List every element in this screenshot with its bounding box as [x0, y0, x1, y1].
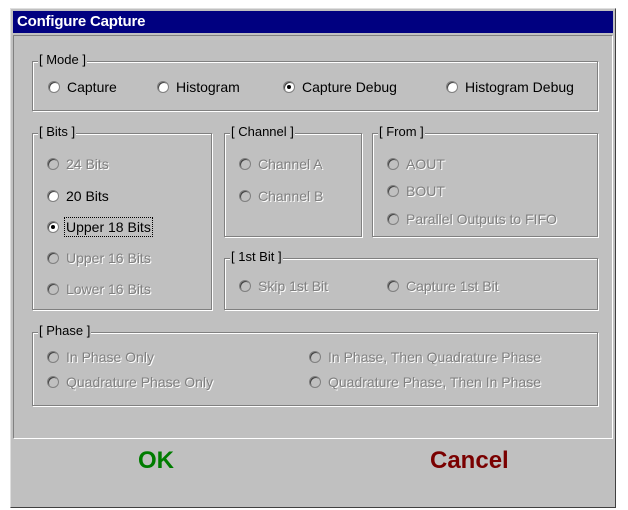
mode-legend: [ Mode ] [38, 52, 87, 67]
radio-label: Channel A [258, 156, 323, 172]
radio-bits-lower-16[interactable]: Lower 16 Bits [47, 281, 151, 297]
radio-mode-histogram-debug[interactable]: Histogram Debug [446, 79, 574, 95]
radio-circle [239, 158, 251, 170]
first-bit-group: [ 1st Bit ] Skip 1st Bit Capture 1st Bit [224, 249, 598, 310]
radio-circle [387, 280, 399, 292]
channel-legend: [ Channel ] [230, 124, 295, 139]
radio-circle [48, 81, 60, 93]
radio-label: Capture [67, 79, 117, 95]
radio-bits-upper-16[interactable]: Upper 16 Bits [47, 250, 151, 266]
radio-circle [387, 185, 399, 197]
radio-label: Upper 16 Bits [66, 250, 151, 266]
window-title: Configure Capture [17, 13, 146, 30]
radio-circle [47, 283, 59, 295]
radio-label: Quadrature Phase Only [66, 374, 214, 390]
title-bar[interactable]: Configure Capture [13, 11, 613, 33]
radio-capture-first-bit[interactable]: Capture 1st Bit [387, 278, 499, 294]
radio-label: BOUT [406, 183, 445, 199]
radio-circle [309, 351, 321, 363]
radio-label: In Phase, Then Quadrature Phase [328, 349, 541, 365]
radio-from-aout[interactable]: AOUT [387, 156, 445, 172]
radio-from-parallel-fifo[interactable]: Parallel Outputs to FIFO [387, 211, 557, 227]
options-panel: [ Mode ] Capture Histogram Capture Debug… [13, 35, 613, 439]
bits-legend: [ Bits ] [38, 124, 77, 139]
radio-circle [47, 376, 59, 388]
radio-circle [446, 81, 458, 93]
radio-label: Upper 18 Bits [64, 217, 153, 237]
radio-selected-dot [287, 85, 291, 89]
radio-quadrature-then-in-phase[interactable]: Quadrature Phase, Then In Phase [309, 374, 541, 390]
radio-circle [239, 190, 251, 202]
radio-in-phase-only[interactable]: In Phase Only [47, 349, 154, 365]
radio-label: Quadrature Phase, Then In Phase [328, 374, 541, 390]
radio-circle [47, 252, 59, 264]
channel-group: [ Channel ] Channel A Channel B [224, 124, 362, 237]
radio-circle [47, 351, 59, 363]
radio-label: In Phase Only [66, 349, 154, 365]
radio-in-phase-then-quadrature[interactable]: In Phase, Then Quadrature Phase [309, 349, 541, 365]
radio-bits-20[interactable]: 20 Bits [47, 188, 109, 204]
radio-bits-24[interactable]: 24 Bits [47, 156, 109, 172]
from-group: [ From ] AOUT BOUT Parallel Outputs to F… [372, 124, 598, 237]
mode-group: [ Mode ] Capture Histogram Capture Debug… [32, 52, 598, 111]
radio-channel-b[interactable]: Channel B [239, 188, 323, 204]
bits-group: [ Bits ] 24 Bits 20 Bits Upper 18 Bits U… [32, 124, 212, 310]
radio-circle [47, 221, 59, 233]
radio-circle [309, 376, 321, 388]
radio-label: 24 Bits [66, 156, 109, 172]
radio-label: Capture 1st Bit [406, 278, 499, 294]
configure-capture-dialog: Configure Capture [ Mode ] Capture Histo… [10, 8, 616, 508]
radio-mode-histogram[interactable]: Histogram [157, 79, 240, 95]
radio-label: Skip 1st Bit [258, 278, 329, 294]
radio-circle [283, 81, 295, 93]
radio-label: Parallel Outputs to FIFO [406, 211, 557, 227]
ok-button[interactable]: OK [138, 447, 174, 475]
radio-label: Channel B [258, 188, 324, 204]
first-bit-legend: [ 1st Bit ] [230, 249, 283, 264]
radio-label: 20 Bits [66, 188, 109, 204]
radio-circle [387, 213, 399, 225]
radio-circle [47, 190, 59, 202]
from-legend: [ From ] [378, 124, 425, 139]
radio-circle [387, 158, 399, 170]
phase-legend: [ Phase ] [38, 323, 92, 338]
radio-channel-a[interactable]: Channel A [239, 156, 323, 172]
radio-label: Histogram Debug [465, 79, 574, 95]
radio-circle [239, 280, 251, 292]
phase-group: [ Phase ] In Phase Only Quadrature Phase… [32, 323, 598, 406]
radio-bits-upper-18[interactable]: Upper 18 Bits [47, 217, 153, 237]
radio-label: Capture Debug [302, 79, 397, 95]
cancel-button[interactable]: Cancel [430, 447, 509, 475]
radio-from-bout[interactable]: BOUT [387, 183, 445, 199]
radio-label: Histogram [176, 79, 240, 95]
radio-quadrature-phase-only[interactable]: Quadrature Phase Only [47, 374, 213, 390]
radio-label: Lower 16 Bits [66, 281, 151, 297]
radio-mode-capture[interactable]: Capture [48, 79, 117, 95]
radio-circle [157, 81, 169, 93]
radio-selected-dot [51, 225, 55, 229]
radio-skip-first-bit[interactable]: Skip 1st Bit [239, 278, 328, 294]
radio-mode-capture-debug[interactable]: Capture Debug [283, 79, 397, 95]
radio-label: AOUT [406, 156, 445, 172]
radio-circle [47, 158, 59, 170]
